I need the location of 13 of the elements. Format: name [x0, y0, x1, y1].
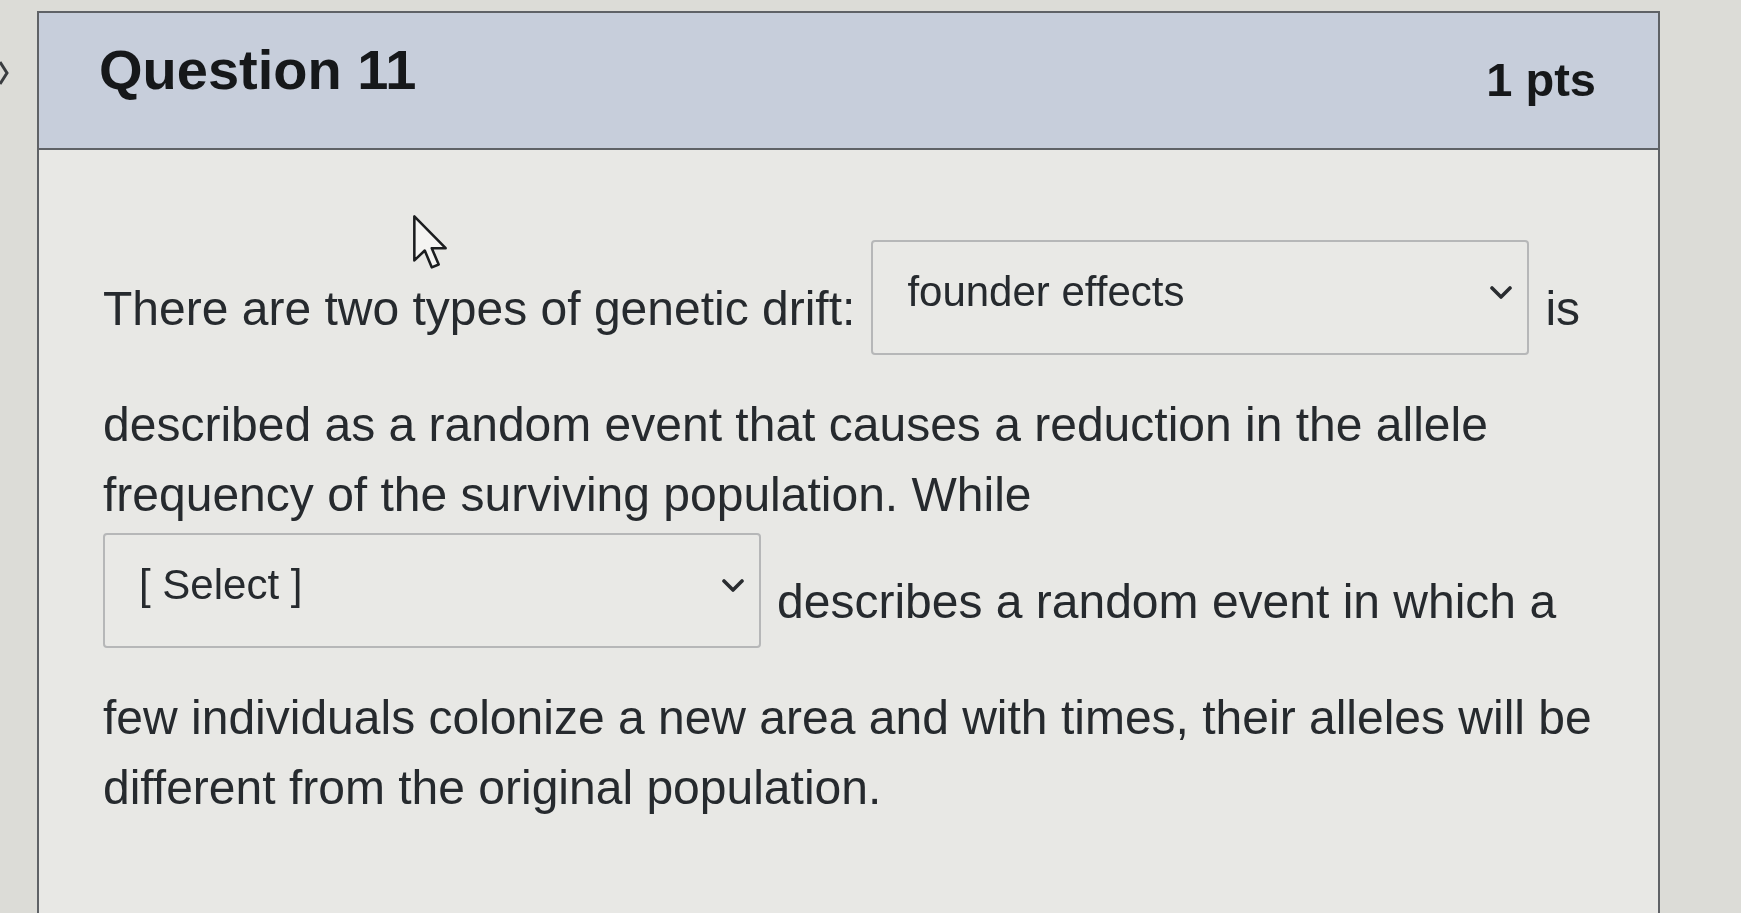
question-title: Question 11 — [99, 36, 417, 103]
question-text: few individuals colonize a new area and with times, their alleles will be different from the original population. — [103, 690, 1593, 816]
question-text: describes a random event in which a — [777, 573, 1557, 630]
chevron-down-icon — [1489, 286, 1514, 300]
question-text: described as a random event that causes a reduction in the allele frequency of the surviving population. While — [103, 397, 1489, 523]
answer-dropdown[interactable]: [ Select ] — [103, 533, 761, 648]
chevron-right-icon — [0, 60, 9, 86]
chevron-down-icon — [721, 579, 745, 593]
question-text: There are two types of genetic drift: — [103, 280, 856, 337]
answer-dropdown[interactable]: founder effects — [871, 240, 1530, 355]
question-text: is — [1545, 280, 1581, 337]
points-label: 1 pts — [1486, 52, 1596, 109]
mouse-pointer-icon — [412, 214, 448, 272]
